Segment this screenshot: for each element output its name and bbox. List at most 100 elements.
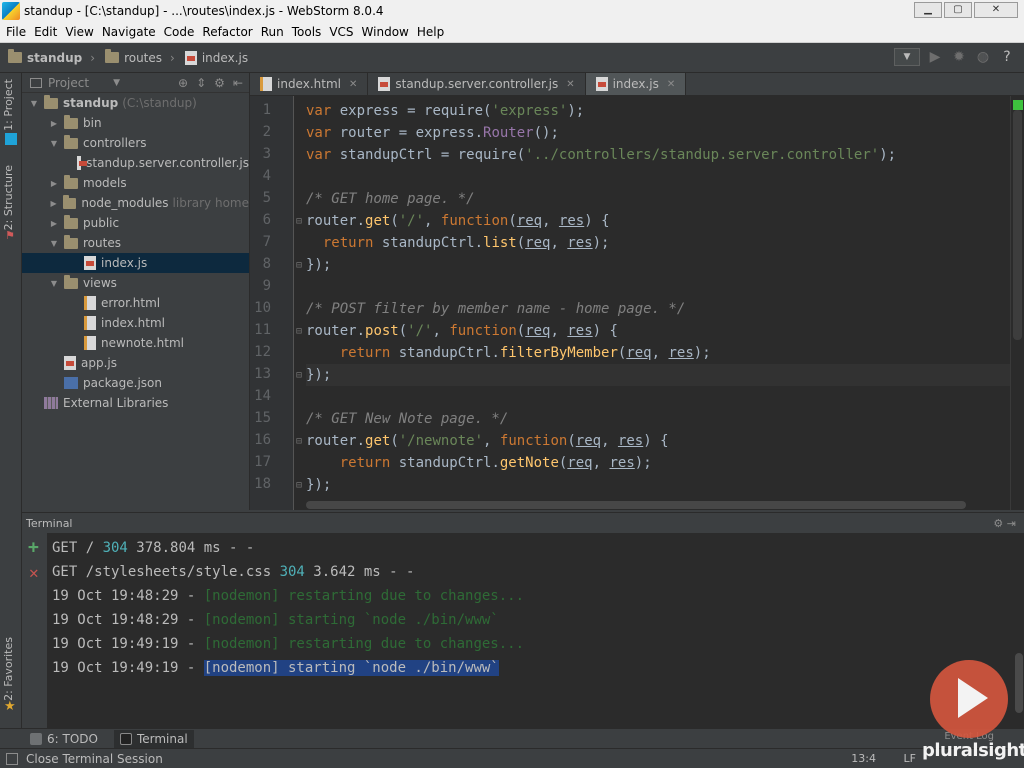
- editor-horizontal-scrollbar[interactable]: [306, 500, 966, 510]
- terminal-line[interactable]: GET /stylesheets/style.css 304 3.642 ms …: [52, 560, 524, 584]
- tool-tab-project[interactable]: 1: Project: [2, 79, 15, 131]
- tree-row[interactable]: index.html: [22, 313, 249, 333]
- code-line[interactable]: var standupCtrl = require('../controller…: [306, 144, 1010, 166]
- gear-icon[interactable]: ⚙: [214, 76, 225, 90]
- menu-tools[interactable]: Tools: [290, 25, 328, 39]
- tree-row[interactable]: ▶ models: [22, 173, 249, 193]
- fold-icon[interactable]: ⊟: [296, 260, 302, 271]
- menu-file[interactable]: File: [4, 25, 32, 39]
- tool-tab-todo[interactable]: 6: TODO: [30, 732, 98, 746]
- chevron-down-icon[interactable]: ▼: [113, 78, 120, 88]
- chevron-right-icon[interactable]: ▶: [48, 179, 60, 188]
- terminal-line[interactable]: 19 Oct 19:49:19 - [nodemon] starting `no…: [52, 656, 524, 680]
- tool-tab-terminal[interactable]: Terminal: [113, 729, 194, 748]
- code-line[interactable]: });: [306, 254, 1010, 276]
- tree-row[interactable]: package.json: [22, 373, 249, 393]
- code-line[interactable]: return standupCtrl.list(req, res);: [306, 232, 1010, 254]
- close-tab-icon[interactable]: ✕: [566, 79, 574, 90]
- code-line[interactable]: /* GET home page. */: [306, 188, 1010, 210]
- chevron-right-icon[interactable]: ▶: [48, 199, 59, 208]
- chevron-right-icon[interactable]: ▶: [48, 119, 60, 128]
- chevron-down-icon[interactable]: ▼: [28, 99, 40, 108]
- close-icon[interactable]: ✕: [974, 2, 1018, 18]
- menu-help[interactable]: Help: [415, 25, 450, 39]
- editor-tab[interactable]: index.js ✕: [585, 73, 687, 95]
- menu-navigate[interactable]: Navigate: [100, 25, 162, 39]
- code-line[interactable]: return standupCtrl.filterByMember(req, r…: [306, 342, 1010, 364]
- code-line[interactable]: router.get('/', function(req, res) {: [306, 210, 1010, 232]
- tree-row[interactable]: ▼ controllers: [22, 133, 249, 153]
- menu-code[interactable]: Code: [162, 25, 201, 39]
- fold-icon[interactable]: ⊟: [296, 216, 302, 227]
- menu-vcs[interactable]: VCS: [327, 25, 359, 39]
- code-line[interactable]: [306, 386, 1010, 408]
- terminal-line[interactable]: 19 Oct 19:49:19 - [nodemon] restarting d…: [52, 632, 524, 656]
- code-line[interactable]: });: [306, 364, 1010, 386]
- code-editor[interactable]: 1 2 3 4 5 6 7 8 9 10 11 12 13 14 15 16 17 18 ⊟ ⊟ ⊟ ⊟ ⊟ ⊟ var e…: [250, 96, 1024, 510]
- tree-row[interactable]: index.js: [22, 253, 249, 273]
- code-line[interactable]: return standupCtrl.getNote(req, res);: [306, 452, 1010, 474]
- terminal-panel[interactable]: + ✕ GET / 304 378.804 ms - - GET /stylesh…: [22, 533, 1024, 728]
- code-line[interactable]: [306, 276, 1010, 298]
- menu-window[interactable]: Window: [360, 25, 415, 39]
- tree-row[interactable]: External Libraries: [22, 393, 249, 413]
- tree-row[interactable]: ▶ bin: [22, 113, 249, 133]
- code-line[interactable]: });: [306, 474, 1010, 496]
- code-line[interactable]: /* GET New Note page. */: [306, 408, 1010, 430]
- hide-panel-icon[interactable]: ⇤: [233, 76, 243, 90]
- scrollbar-thumb[interactable]: [306, 501, 966, 509]
- tree-row[interactable]: error.html: [22, 293, 249, 313]
- code-line[interactable]: var router = express.Router();: [306, 122, 1010, 144]
- code-line[interactable]: router.post('/', function(req, res) {: [306, 320, 1010, 342]
- terminal-line[interactable]: GET / 304 378.804 ms - -: [52, 536, 524, 560]
- target-icon[interactable]: ⊕: [178, 76, 188, 90]
- editor-tab[interactable]: index.html ✕: [250, 73, 369, 95]
- tree-row[interactable]: standup.server.controller.js: [22, 153, 249, 173]
- tree-row[interactable]: ▶ public: [22, 213, 249, 233]
- help-icon[interactable]: ?: [998, 48, 1016, 66]
- code-line[interactable]: var express = require('express');: [306, 100, 1010, 122]
- terminal-line[interactable]: 19 Oct 19:48:29 - [nodemon] starting `no…: [52, 608, 524, 632]
- tree-row[interactable]: app.js: [22, 353, 249, 373]
- project-panel-title[interactable]: Project: [48, 76, 89, 90]
- code-line[interactable]: router.get('/newnote', function(req, res…: [306, 430, 1010, 452]
- fold-icon[interactable]: ⊟: [296, 326, 302, 337]
- tool-window-toggle-icon[interactable]: [6, 752, 18, 765]
- chevron-down-icon[interactable]: ▼: [48, 239, 60, 248]
- tree-row[interactable]: ▼ routes: [22, 233, 249, 253]
- close-tab-icon[interactable]: ✕: [667, 79, 675, 90]
- debug-icon[interactable]: ✹: [950, 48, 968, 66]
- menu-edit[interactable]: Edit: [32, 25, 63, 39]
- menu-run[interactable]: Run: [259, 25, 290, 39]
- close-session-icon[interactable]: ✕: [29, 563, 39, 582]
- terminal-line[interactable]: 19 Oct 19:48:29 - [nodemon] restarting d…: [52, 584, 524, 608]
- collapse-all-icon[interactable]: ⇕: [196, 76, 206, 90]
- menu-view[interactable]: View: [63, 25, 99, 39]
- chevron-down-icon[interactable]: ▼: [48, 139, 60, 148]
- run-config-dropdown[interactable]: ▼: [894, 48, 920, 66]
- tree-row[interactable]: ▶ node_modules library home: [22, 193, 249, 213]
- caret-position[interactable]: 13:4: [851, 752, 876, 765]
- breadcrumb-item-routes[interactable]: routes ›: [105, 49, 175, 65]
- terminal-output[interactable]: GET / 304 378.804 ms - - GET /stylesheets…: [52, 536, 524, 680]
- menu-refactor[interactable]: Refactor: [200, 25, 258, 39]
- chevron-down-icon[interactable]: ▼: [48, 279, 60, 288]
- editor-vertical-scrollbar[interactable]: [1010, 96, 1024, 510]
- chevron-right-icon[interactable]: ▶: [48, 219, 60, 228]
- maximize-icon[interactable]: ▢: [944, 2, 972, 18]
- fold-icon[interactable]: ⊟: [296, 480, 302, 491]
- scrollbar-thumb[interactable]: [1013, 110, 1022, 340]
- editor-tab[interactable]: standup.server.controller.js ✕: [368, 73, 586, 95]
- tool-tab-favorites[interactable]: 2: Favorites: [2, 637, 15, 701]
- fold-icon[interactable]: ⊟: [296, 370, 302, 381]
- code-area[interactable]: var express = require('express'); var rou…: [306, 100, 1010, 496]
- breadcrumb-item-standup[interactable]: standup ›: [8, 49, 95, 65]
- new-session-icon[interactable]: +: [28, 537, 39, 558]
- tree-row[interactable]: ▼ views: [22, 273, 249, 293]
- minimize-icon[interactable]: ▁: [914, 2, 942, 18]
- code-line[interactable]: /* POST filter by member name - home pag…: [306, 298, 1010, 320]
- close-tab-icon[interactable]: ✕: [349, 79, 357, 90]
- run-icon[interactable]: ▶: [926, 48, 944, 66]
- tree-row[interactable]: ▼ standup (C:\standup): [22, 93, 249, 113]
- terminal-gear-icon[interactable]: ⚙ ⇥: [993, 517, 1016, 530]
